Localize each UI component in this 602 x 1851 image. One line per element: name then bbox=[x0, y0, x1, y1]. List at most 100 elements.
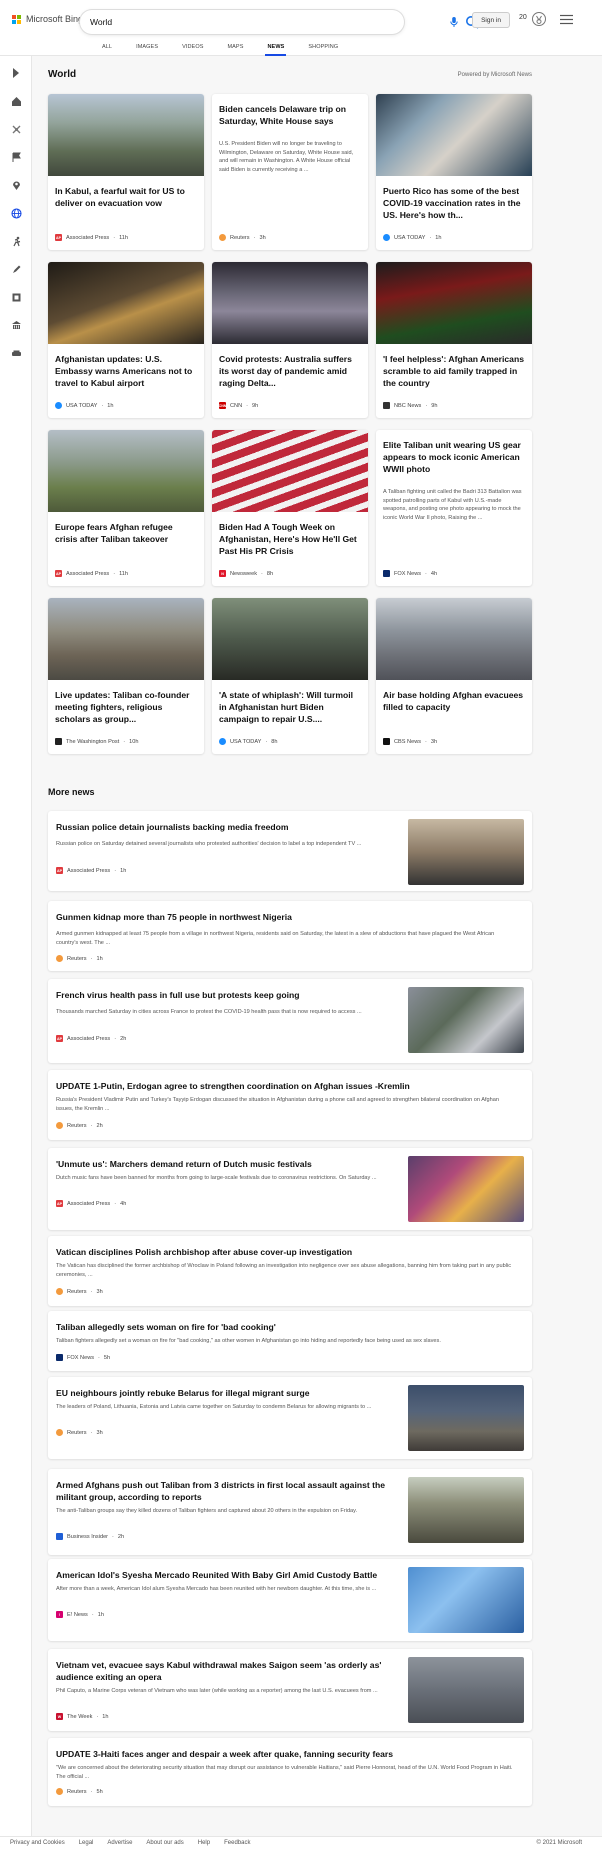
row-title[interactable]: Russian police detain journalists backin… bbox=[56, 821, 289, 833]
tab-shopping[interactable]: SHOPPING bbox=[296, 40, 350, 54]
row-source: AP Associated Press · 1h bbox=[56, 867, 127, 874]
scope-tabs: ALL IMAGES VIDEOS MAPS NEWS SHOPPING bbox=[90, 40, 350, 56]
tab-videos[interactable]: VIDEOS bbox=[170, 40, 215, 54]
news-card[interactable]: Europe fears Afghan refugee crisis after… bbox=[48, 430, 204, 586]
film-icon[interactable] bbox=[9, 290, 23, 304]
news-card[interactable]: 'I feel helpless': Afghan Americans scra… bbox=[376, 262, 532, 418]
news-row[interactable]: Russian police detain journalists backin… bbox=[48, 811, 532, 891]
science-icon[interactable] bbox=[9, 122, 23, 136]
card-description: A Taliban fighting unit called the Badri… bbox=[383, 489, 522, 521]
news-row[interactable]: 'Unmute us': Marchers demand return of D… bbox=[48, 1148, 532, 1230]
card-title[interactable]: In Kabul, a fearful wait for US to deliv… bbox=[55, 185, 197, 209]
row-source: Reuters · 2h bbox=[56, 1122, 103, 1129]
card-title[interactable]: Europe fears Afghan refugee crisis after… bbox=[55, 521, 197, 545]
row-title[interactable]: French virus health pass in full use but… bbox=[56, 989, 300, 1001]
card-title[interactable]: Biden Had A Tough Week on Afghanistan, H… bbox=[219, 521, 361, 557]
hamburger-menu-icon[interactable] bbox=[560, 14, 573, 25]
news-card[interactable]: Air base holding Afghan evacuees filled … bbox=[376, 598, 532, 754]
row-title[interactable]: EU neighbours jointly rebuke Belarus for… bbox=[56, 1387, 310, 1399]
tab-images[interactable]: IMAGES bbox=[124, 40, 170, 54]
running-icon[interactable] bbox=[9, 234, 23, 248]
news-card[interactable]: Biden Had A Tough Week on Afghanistan, H… bbox=[212, 430, 368, 586]
row-image bbox=[408, 1477, 524, 1543]
card-title[interactable]: Elite Taliban unit wearing US gear appea… bbox=[383, 439, 525, 475]
footer-link-help[interactable]: Help bbox=[198, 1840, 210, 1846]
row-title[interactable]: UPDATE 1-Putin, Erdogan agree to strengt… bbox=[56, 1080, 410, 1092]
row-title[interactable]: Armed Afghans push out Taliban from 3 di… bbox=[56, 1479, 401, 1503]
expand-icon[interactable] bbox=[9, 66, 23, 80]
sign-in-button[interactable]: Sign in bbox=[472, 12, 510, 28]
bank-icon[interactable] bbox=[9, 318, 23, 332]
row-title[interactable]: Vietnam vet, evacuee says Kabul withdraw… bbox=[56, 1659, 401, 1683]
row-description: Russia's President Vladimir Putin and Tu… bbox=[56, 1097, 499, 1112]
tab-news[interactable]: NEWS bbox=[255, 40, 296, 56]
home-icon[interactable] bbox=[9, 94, 23, 108]
card-image bbox=[48, 598, 204, 680]
card-image bbox=[212, 430, 368, 512]
card-source: CNN CNN · 9h bbox=[218, 402, 259, 409]
news-row[interactable]: Vietnam vet, evacuee says Kabul withdraw… bbox=[48, 1649, 532, 1731]
brand-name: Microsoft Bing bbox=[26, 14, 84, 24]
row-description: The leaders of Poland, Lithuania, Estoni… bbox=[56, 1404, 372, 1410]
footer-link-legal[interactable]: Legal bbox=[79, 1840, 94, 1846]
row-title[interactable]: UPDATE 3-Haiti faces anger and despair a… bbox=[56, 1748, 393, 1760]
footer-link-about-ads[interactable]: About our ads bbox=[146, 1840, 183, 1846]
row-title[interactable]: 'Unmute us': Marchers demand return of D… bbox=[56, 1158, 312, 1170]
cnn-logo-icon: CNN bbox=[218, 402, 227, 409]
row-source: Business Insider · 2h bbox=[56, 1533, 124, 1540]
card-title[interactable]: 'A state of whiplash': Will turmoil in A… bbox=[219, 689, 361, 725]
news-row[interactable]: Taliban allegedly sets woman on fire for… bbox=[48, 1311, 532, 1371]
news-row[interactable]: UPDATE 3-Haiti faces anger and despair a… bbox=[48, 1738, 532, 1806]
card-title[interactable]: Puerto Rico has some of the best COVID-1… bbox=[383, 185, 525, 221]
news-card[interactable]: Elite Taliban unit wearing US gear appea… bbox=[376, 430, 532, 586]
news-row[interactable]: American Idol's Syesha Mercado Reunited … bbox=[48, 1559, 532, 1641]
rocket-icon[interactable] bbox=[9, 262, 23, 276]
news-row[interactable]: Vatican disciplines Polish archbishop af… bbox=[48, 1236, 532, 1306]
news-row[interactable]: EU neighbours jointly rebuke Belarus for… bbox=[48, 1377, 532, 1459]
card-title[interactable]: Afghanistan updates: U.S. Embassy warns … bbox=[55, 353, 197, 389]
footer-link-feedback[interactable]: Feedback bbox=[224, 1840, 250, 1846]
news-card[interactable]: Puerto Rico has some of the best COVID-1… bbox=[376, 94, 532, 250]
news-row[interactable]: French virus health pass in full use but… bbox=[48, 979, 532, 1063]
row-source: Reuters · 3h bbox=[56, 1429, 103, 1436]
row-title[interactable]: Gunmen kidnap more than 75 people in nor… bbox=[56, 911, 292, 923]
mic-icon[interactable] bbox=[448, 16, 460, 28]
card-title[interactable]: Air base holding Afghan evacuees filled … bbox=[383, 689, 525, 713]
card-title[interactable]: Covid protests: Australia suffers its wo… bbox=[219, 353, 361, 389]
news-card[interactable]: 'A state of whiplash': Will turmoil in A… bbox=[212, 598, 368, 754]
row-title[interactable]: Vatican disciplines Polish archbishop af… bbox=[56, 1246, 352, 1258]
rewards-medal-icon[interactable] bbox=[531, 11, 547, 27]
row-title[interactable]: American Idol's Syesha Mercado Reunited … bbox=[56, 1569, 377, 1581]
news-card[interactable]: Biden cancels Delaware trip on Saturday,… bbox=[212, 94, 368, 250]
car-icon[interactable] bbox=[9, 346, 23, 360]
row-title[interactable]: Taliban allegedly sets woman on fire for… bbox=[56, 1321, 276, 1333]
row-description: Russian police on Saturday detained seve… bbox=[56, 841, 362, 847]
news-row[interactable]: Gunmen kidnap more than 75 people in nor… bbox=[48, 901, 532, 971]
card-image bbox=[376, 598, 532, 680]
news-card[interactable]: Afghanistan updates: U.S. Embassy warns … bbox=[48, 262, 204, 418]
news-row[interactable]: UPDATE 1-Putin, Erdogan agree to strengt… bbox=[48, 1070, 532, 1140]
tab-maps[interactable]: MAPS bbox=[215, 40, 255, 54]
card-title[interactable]: 'I feel helpless': Afghan Americans scra… bbox=[383, 353, 525, 389]
news-card[interactable]: Covid protests: Australia suffers its wo… bbox=[212, 262, 368, 418]
card-title[interactable]: Biden cancels Delaware trip on Saturday,… bbox=[219, 103, 361, 127]
tab-all[interactable]: ALL bbox=[90, 40, 124, 54]
card-image bbox=[48, 430, 204, 512]
flag-icon[interactable] bbox=[9, 150, 23, 164]
card-source: USA TODAY · 1h bbox=[55, 402, 114, 409]
bing-logo[interactable]: Microsoft Bing bbox=[12, 14, 83, 24]
ap-logo-icon: AP bbox=[56, 867, 63, 874]
news-card[interactable]: Live updates: Taliban co-founder meeting… bbox=[48, 598, 204, 754]
card-title[interactable]: Live updates: Taliban co-founder meeting… bbox=[55, 689, 197, 725]
news-card[interactable]: In Kabul, a fearful wait for US to deliv… bbox=[48, 94, 204, 250]
nbc-logo-icon bbox=[383, 402, 390, 409]
search-input[interactable] bbox=[90, 14, 350, 30]
row-description: Dutch music fans have been banned for mo… bbox=[56, 1175, 377, 1181]
location-icon[interactable] bbox=[9, 178, 23, 192]
footer-link-advertise[interactable]: Advertise bbox=[107, 1840, 132, 1846]
globe-icon[interactable] bbox=[9, 206, 23, 220]
card-image bbox=[212, 598, 368, 680]
news-row[interactable]: Armed Afghans push out Taliban from 3 di… bbox=[48, 1469, 532, 1555]
card-source: FOX News · 4h bbox=[383, 570, 437, 577]
footer-link-privacy[interactable]: Privacy and Cookies bbox=[10, 1840, 65, 1846]
